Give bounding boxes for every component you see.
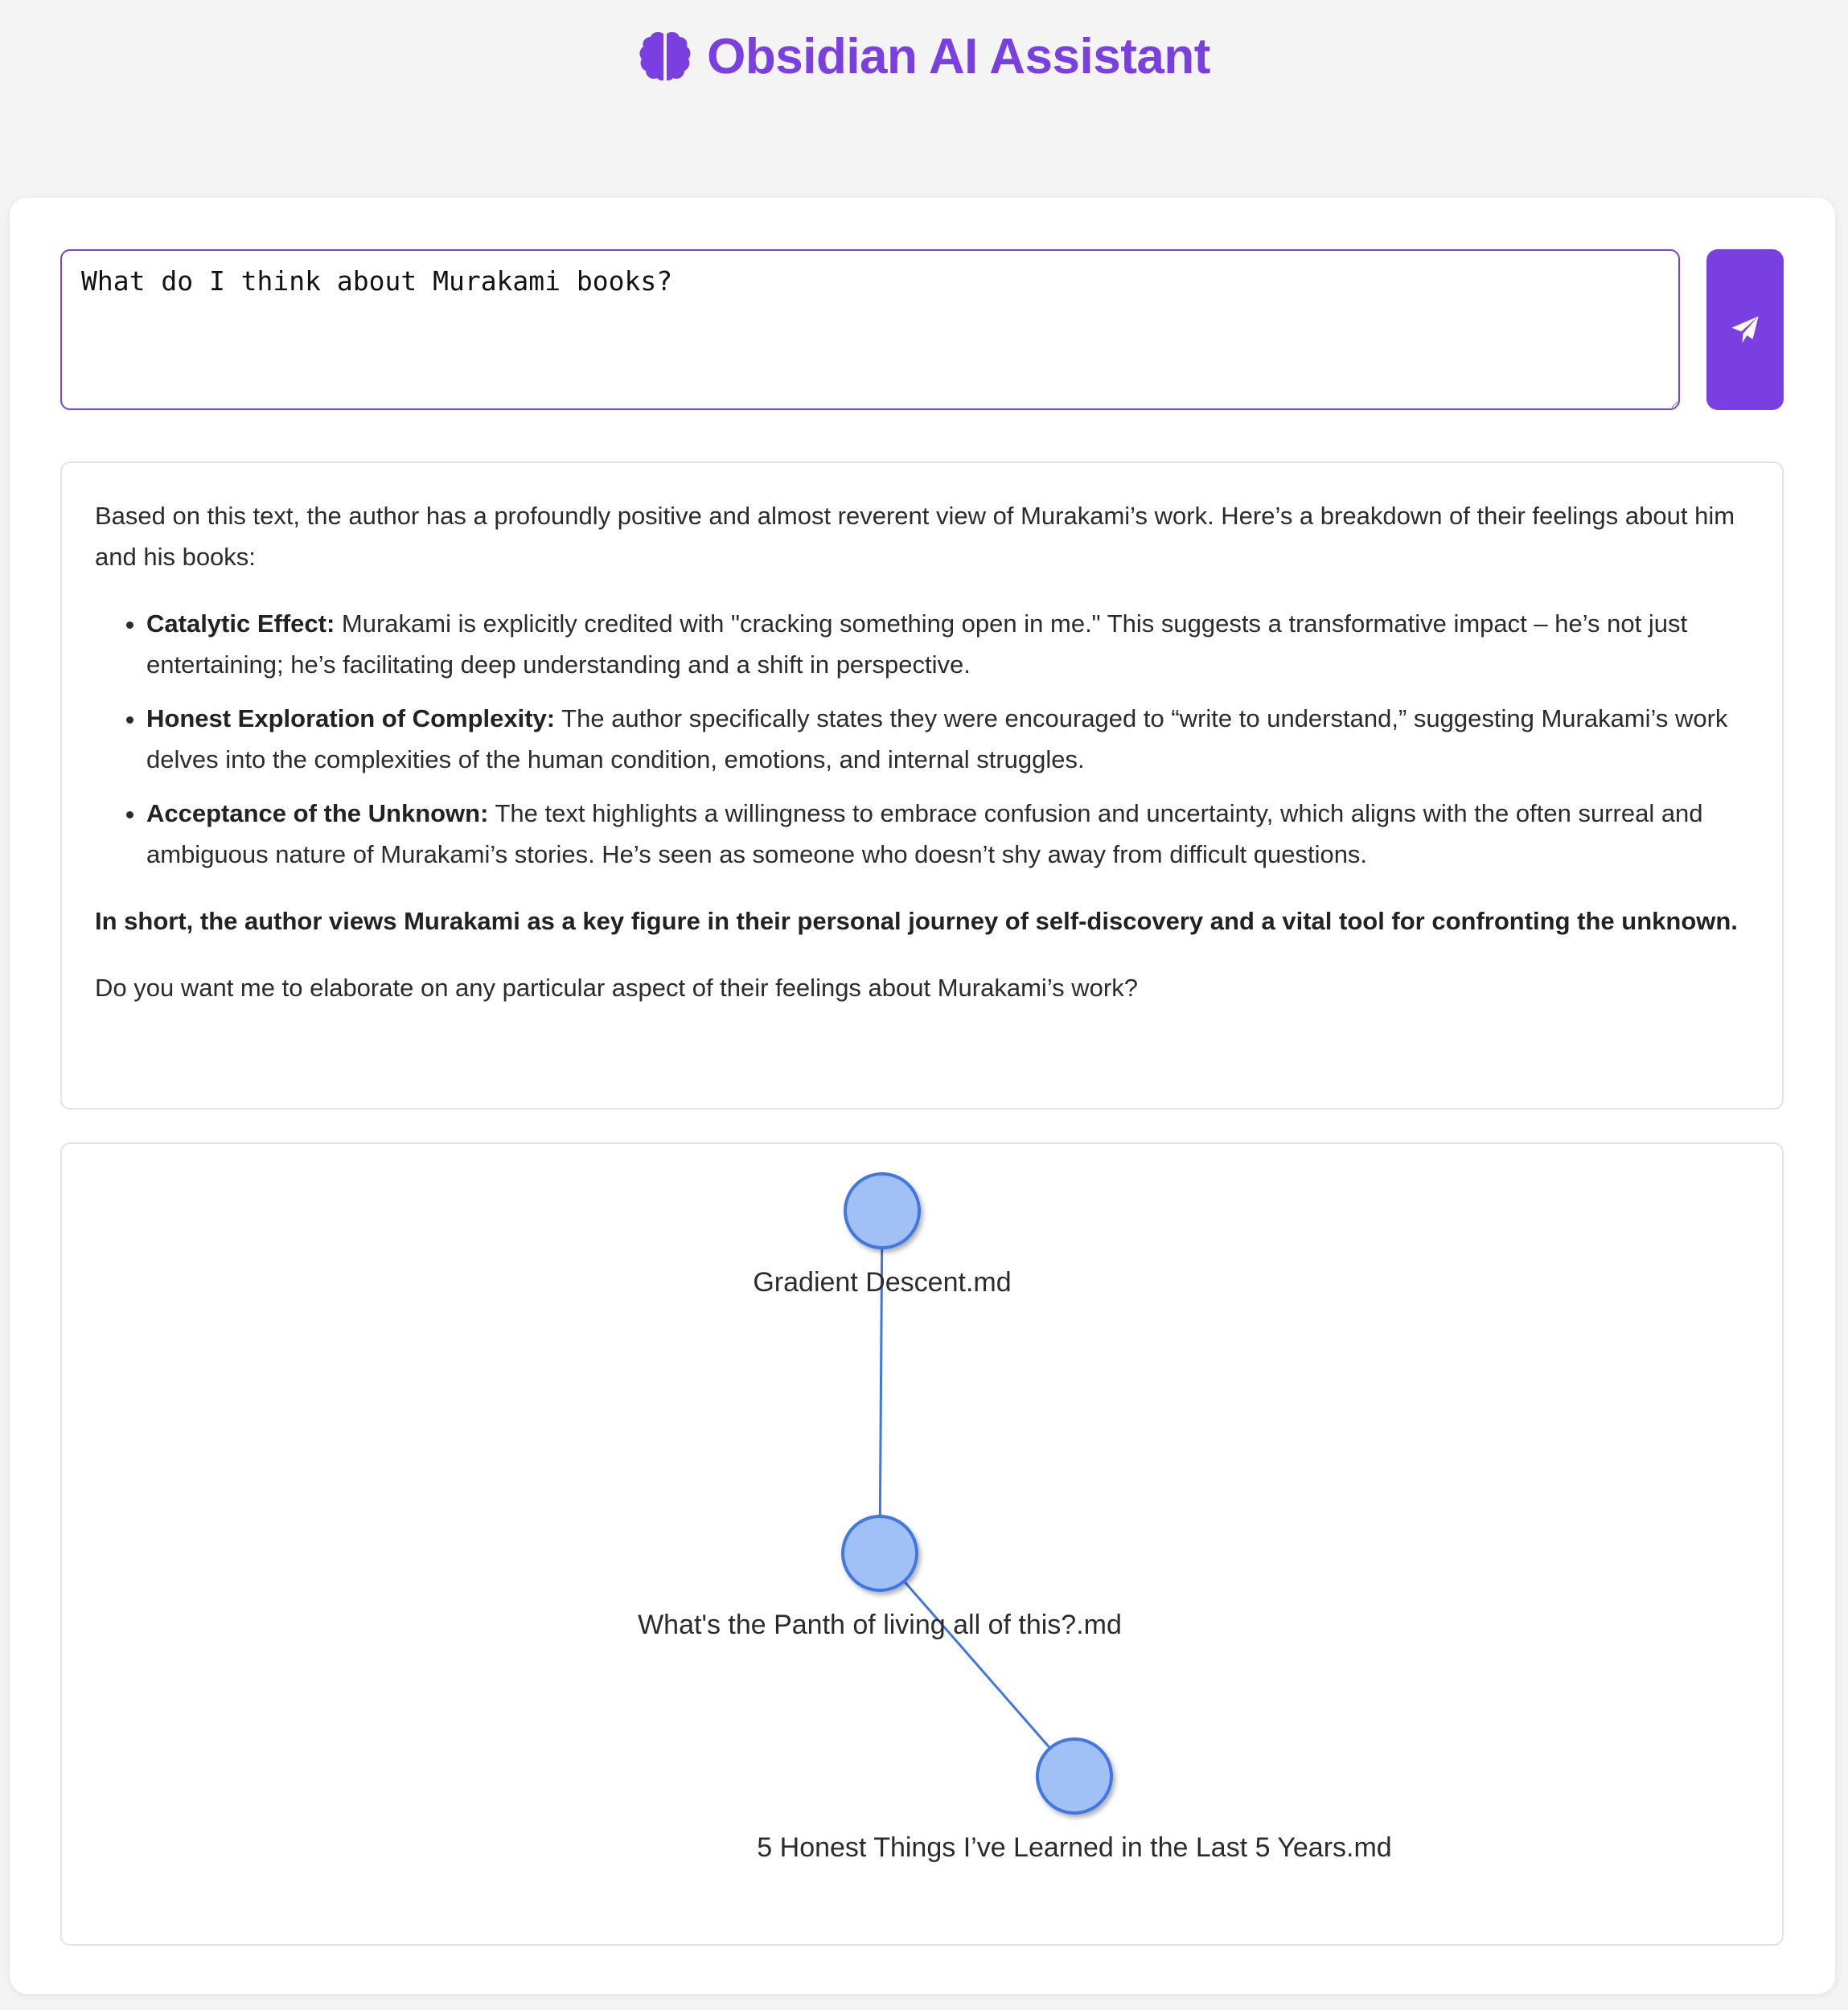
graph-edge: [878, 1210, 884, 1554]
graph-edge: [878, 1553, 1076, 1777]
list-item: Acceptance of the Unknown: The text high…: [146, 793, 1750, 875]
graph-node-label[interactable]: Gradient Descent.md: [753, 1267, 1011, 1298]
query-input[interactable]: What do I think about Murakami books?: [60, 249, 1680, 410]
app-header: Obsidian AI Assistant: [0, 24, 1848, 88]
answer-intro: Based on this text, the author has a pro…: [95, 502, 1735, 571]
point-title: Acceptance of the Unknown:: [146, 799, 489, 827]
note-graph-panel: Gradient Descent.md What's the Panth of l…: [60, 1142, 1784, 1946]
note-graph[interactable]: Gradient Descent.md What's the Panth of l…: [62, 1144, 1782, 1944]
graph-node[interactable]: What's the Panth of living all of this?.…: [638, 1515, 1122, 1640]
graph-node[interactable]: 5 Honest Things I’ve Learned in the Last…: [757, 1737, 1392, 1863]
send-button[interactable]: [1706, 249, 1784, 410]
answer-panel: Based on this text, the author has a pro…: [60, 461, 1784, 1110]
graph-node-label[interactable]: What's the Panth of living all of this?.…: [638, 1610, 1122, 1640]
graph-node-label[interactable]: 5 Honest Things I’ve Learned in the Last…: [757, 1832, 1391, 1863]
list-item: Catalytic Effect: Murakami is explicitly…: [146, 603, 1750, 685]
answer-points-list: Catalytic Effect: Murakami is explicitly…: [95, 603, 1750, 875]
graph-nodes: Gradient Descent.md What's the Panth of l…: [638, 1172, 1392, 1863]
paper-plane-icon: [1731, 316, 1759, 343]
graph-node-circle[interactable]: [1036, 1737, 1113, 1815]
graph-node-circle[interactable]: [844, 1172, 921, 1249]
answer-followup: Do you want me to elaborate on any parti…: [95, 974, 1138, 1002]
list-item: Honest Exploration of Complexity: The au…: [146, 698, 1750, 780]
point-title: Catalytic Effect:: [146, 609, 335, 638]
graph-node[interactable]: Gradient Descent.md: [753, 1172, 1012, 1298]
answer-summary: In short, the author views Murakami as a…: [95, 907, 1738, 935]
app-title: Obsidian AI Assistant: [707, 28, 1210, 84]
brain-icon: [639, 31, 691, 81]
point-text: Murakami is explicitly credited with "cr…: [146, 609, 1688, 679]
point-title: Honest Exploration of Complexity:: [146, 704, 556, 732]
graph-node-circle[interactable]: [841, 1515, 918, 1592]
